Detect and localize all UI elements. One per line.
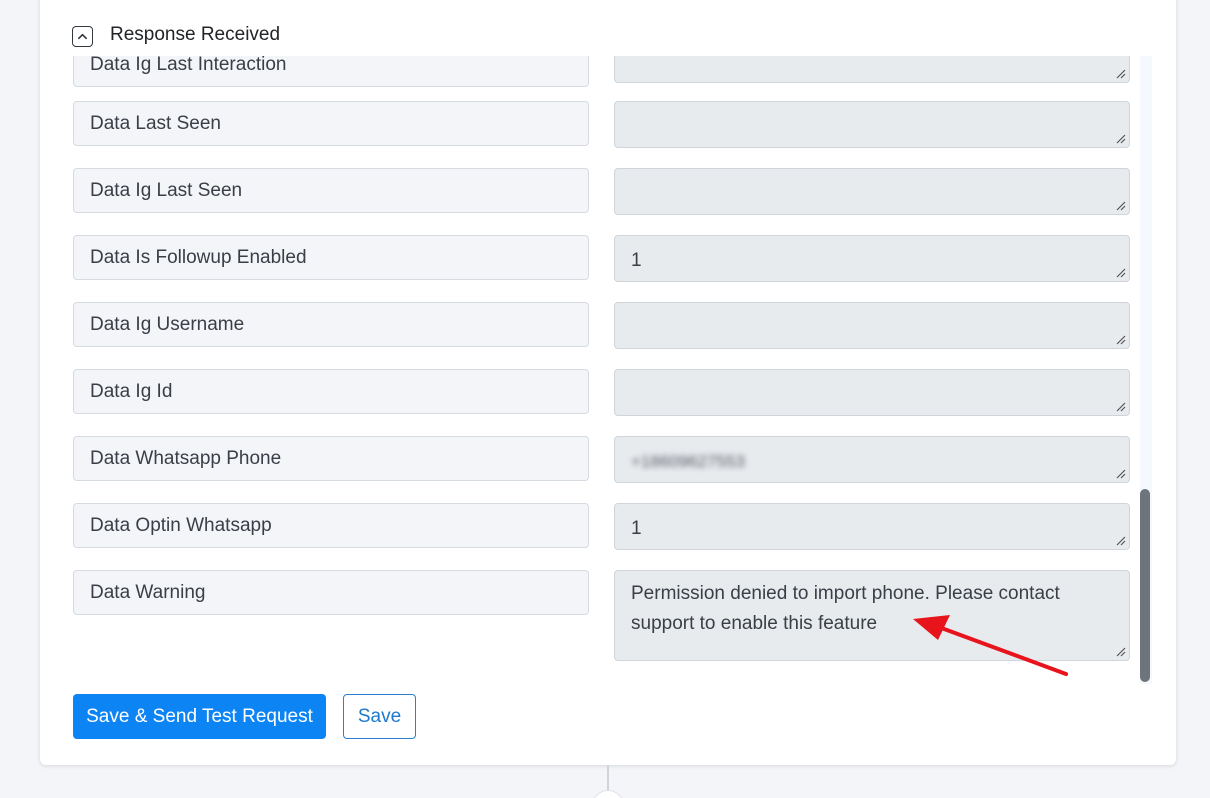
save-button[interactable]: Save xyxy=(343,694,416,739)
redacted-phone: +18609627553 xyxy=(631,452,745,471)
save-send-test-request-button[interactable]: Save & Send Test Request xyxy=(73,694,326,739)
resize-grip-icon[interactable] xyxy=(1116,402,1126,412)
field-value[interactable]: 1 xyxy=(614,235,1130,282)
field-value[interactable] xyxy=(614,168,1130,215)
response-fields-list: Data Ig Last Interaction Data Last Seen … xyxy=(40,56,1140,680)
field-value[interactable] xyxy=(614,369,1130,416)
warning-value[interactable]: Permission denied to import phone. Pleas… xyxy=(614,570,1130,661)
field-value[interactable] xyxy=(614,101,1130,148)
resize-grip-icon[interactable] xyxy=(1116,134,1126,144)
field-label: Data Warning xyxy=(73,570,589,615)
section-title: Response Received xyxy=(110,24,281,45)
field-label: Data Ig Username xyxy=(73,302,589,347)
scrollbar-thumb[interactable] xyxy=(1140,489,1150,682)
section-header: Response Received xyxy=(72,20,280,50)
field-value[interactable] xyxy=(614,302,1130,349)
field-label: Data Ig Last Seen xyxy=(73,168,589,213)
resize-grip-icon[interactable] xyxy=(1116,268,1126,278)
flow-connector-node[interactable] xyxy=(592,790,624,798)
field-label: Data Last Seen xyxy=(73,101,589,146)
field-label: Data Ig Last Interaction xyxy=(73,56,589,87)
field-label: Data Is Followup Enabled xyxy=(73,235,589,280)
field-value[interactable] xyxy=(614,56,1130,83)
chevron-up-icon[interactable] xyxy=(72,25,93,47)
resize-grip-icon[interactable] xyxy=(1116,201,1126,211)
resize-grip-icon[interactable] xyxy=(1116,469,1126,479)
resize-grip-icon[interactable] xyxy=(1116,647,1126,657)
field-value[interactable]: +18609627553 xyxy=(614,436,1130,483)
field-value[interactable]: 1 xyxy=(614,503,1130,550)
resize-grip-icon[interactable] xyxy=(1116,69,1126,79)
resize-grip-icon[interactable] xyxy=(1116,536,1126,546)
resize-grip-icon[interactable] xyxy=(1116,335,1126,345)
field-label: Data Whatsapp Phone xyxy=(73,436,589,481)
field-label: Data Ig Id xyxy=(73,369,589,414)
field-label: Data Optin Whatsapp xyxy=(73,503,589,548)
